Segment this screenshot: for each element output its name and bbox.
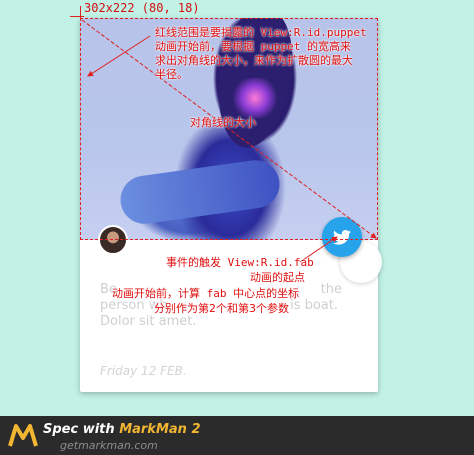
annotation-trigger-line-2: 动画的起点 — [250, 271, 305, 284]
marker-tick-top — [70, 16, 84, 17]
annotation-red-area-line-2: 动画开始前，要根据 puppet 的宽高来 — [155, 40, 351, 53]
footer-brand: MarkMan 2 — [119, 422, 201, 437]
annotation-diagonal: 对角线的大小 — [190, 116, 256, 129]
arm-shape — [117, 157, 283, 227]
marker-tick-left — [80, 6, 81, 20]
avatar[interactable] — [98, 225, 128, 255]
annotation-red-area-line-3: 求出对角线的大小，来作为扩散圆的最大 — [155, 54, 353, 67]
annotation-center-line-1: 动画开始前，计算 fab 中心点的坐标 — [112, 287, 300, 300]
annotation-red-area-line-1: 红线范围是要揭露的 View:R.id.puppet — [155, 26, 367, 39]
annotation-red-area: 红线范围是要揭露的 View:R.id.puppet 动画开始前，要根据 pup… — [155, 26, 385, 82]
footer-title-prefix: Spec with — [43, 422, 120, 437]
footer-bar: Spec with MarkMan 2 getmarkman.com — [0, 416, 474, 455]
body-line-3: Dolor sit amet. — [100, 314, 197, 329]
footer-title: Spec with MarkMan 2 — [43, 422, 201, 437]
dimension-label: 302x222 (80, 18) — [84, 1, 200, 15]
date-label: Friday 12 FEB. — [100, 364, 187, 378]
annotation-red-area-line-4: 半径。 — [155, 68, 188, 81]
annotation-trigger-line-1: 事件的触发 View:R.id.fab — [166, 256, 314, 269]
footer-url-link[interactable]: getmarkman.com — [60, 439, 158, 452]
twitter-fab-button[interactable] — [322, 217, 362, 257]
annotation-center-line-2: 分别作为第2个和第3个参数 — [154, 302, 289, 315]
body-line-1-right: the — [320, 282, 342, 297]
glitter-shape — [230, 78, 280, 118]
twitter-icon — [333, 229, 351, 245]
markman-logo-icon — [8, 424, 38, 447]
